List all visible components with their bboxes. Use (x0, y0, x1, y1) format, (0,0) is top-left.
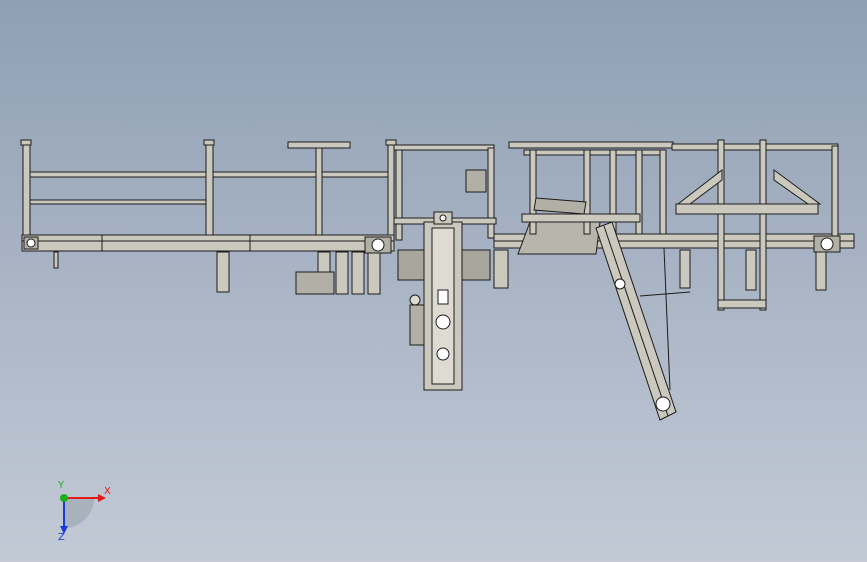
right-section (671, 139, 841, 311)
incline-roller (614, 278, 626, 290)
post-cap (203, 139, 215, 146)
gusset-brace (773, 169, 822, 205)
left-conveyor (20, 139, 397, 295)
triad-sector (64, 498, 94, 528)
y-axis-dot (60, 494, 68, 502)
support-leg (679, 249, 691, 289)
support-leg (815, 249, 827, 291)
support-leg (335, 251, 349, 295)
frame-column (717, 139, 725, 311)
support-leg (216, 251, 230, 293)
side-guard (461, 249, 491, 281)
frame-column (831, 145, 839, 237)
elevator-motor (409, 304, 425, 346)
support-strut (663, 247, 671, 391)
head-bolt (439, 214, 447, 222)
base-plate (717, 299, 767, 309)
inclined-conveyor (595, 221, 691, 421)
tail-pulley (26, 238, 36, 248)
conveyor-bed (21, 234, 395, 252)
support-leg (351, 251, 365, 295)
support-strut (639, 291, 691, 297)
tail-pulley (655, 396, 671, 412)
rail-post (22, 144, 31, 238)
support-leg (367, 251, 381, 295)
rail-post (387, 144, 395, 238)
motor-pulley (409, 294, 421, 306)
drive-motor (295, 271, 335, 295)
top-beam (508, 141, 674, 149)
gear-motor (465, 169, 487, 193)
top-beam (393, 144, 495, 151)
hanger-rod (53, 251, 59, 269)
support-leg (493, 249, 509, 289)
x-axis-label: X (104, 486, 111, 497)
elevator-channel (431, 227, 455, 385)
rail-post (315, 144, 323, 238)
support-leg (745, 249, 757, 291)
head-pulley (820, 237, 834, 251)
top-beam (523, 149, 665, 156)
lower-guard-rail (29, 199, 212, 205)
vertical-elevator (409, 211, 463, 391)
head-pulley (371, 238, 385, 252)
conveyor-assembly-drawing (20, 139, 855, 421)
top-beam (671, 143, 839, 151)
post-cap (20, 139, 32, 146)
gusset-brace (676, 168, 723, 205)
cross-beam (675, 203, 819, 215)
side-guard (397, 249, 427, 281)
elevator-sprocket (435, 314, 451, 330)
post-cap (385, 139, 397, 146)
frame-column (659, 149, 667, 235)
cross-beam (521, 213, 641, 223)
sensor-block (437, 289, 449, 305)
frame-column (395, 149, 403, 241)
coordinate-triad: X Y Z (40, 480, 120, 550)
y-axis-label: Y (58, 480, 65, 491)
elevator-sprocket (436, 347, 450, 361)
inclined-guide (533, 197, 587, 215)
incline-belt-line (603, 225, 669, 417)
cad-viewport[interactable]: X Y Z (0, 0, 867, 562)
frame-column (759, 139, 767, 311)
overhead-bracket (287, 141, 351, 149)
z-axis-label: Z (58, 532, 65, 543)
rail-post (205, 144, 214, 238)
